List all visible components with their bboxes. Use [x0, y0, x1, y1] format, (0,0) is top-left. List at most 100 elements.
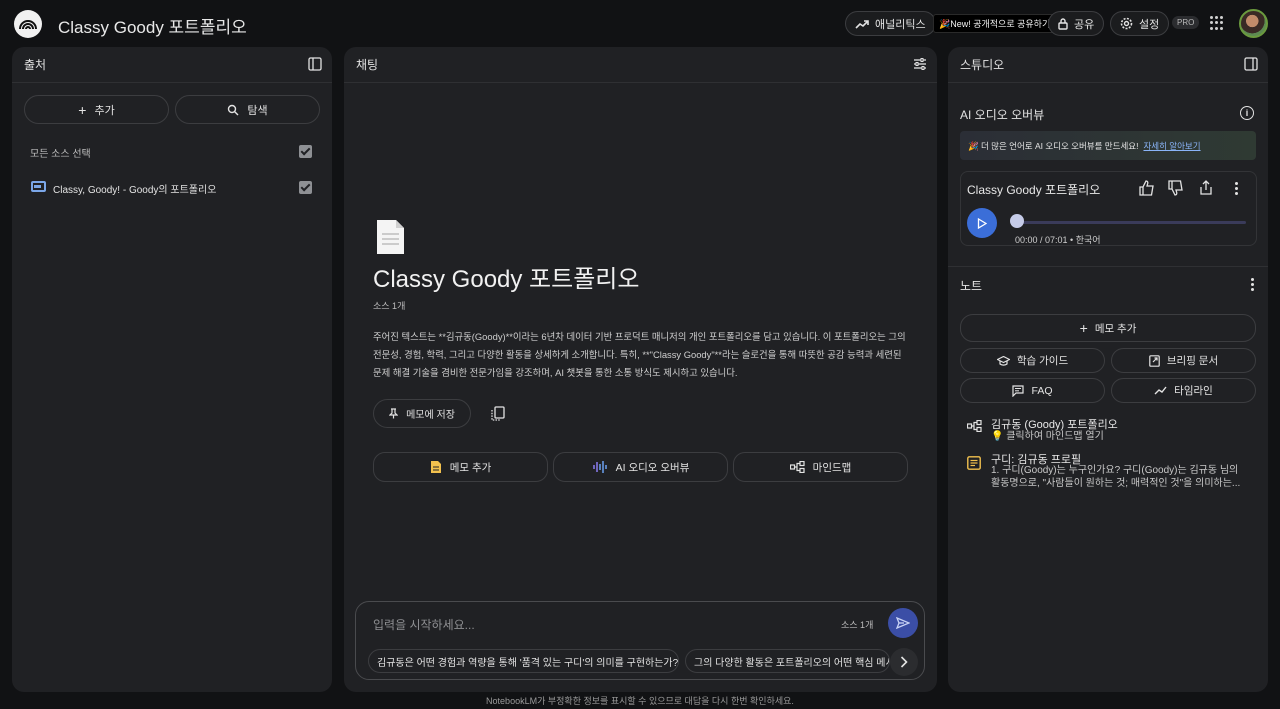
play-button[interactable] — [967, 208, 997, 238]
add-memo-action-label: 메모 추가 — [449, 461, 492, 474]
select-all-checkbox[interactable] — [299, 145, 312, 158]
thumbs-down-icon[interactable] — [1168, 180, 1184, 196]
gear-icon — [1120, 17, 1133, 30]
add-source-button[interactable]: + 추가 — [24, 95, 169, 124]
briefing-doc-label: 브리핑 문서 — [1166, 355, 1219, 367]
add-memo-label: 메모 추가 — [1094, 322, 1137, 335]
document-icon — [377, 220, 404, 254]
audio-wave-icon — [592, 461, 607, 473]
chat-header: 채팅 — [344, 47, 937, 83]
add-source-label: 추가 — [94, 104, 115, 117]
trending-up-icon — [855, 19, 869, 29]
timeline-button[interactable]: 타임라인 — [1111, 378, 1256, 403]
divider — [948, 266, 1268, 267]
faq-chat-icon — [1012, 384, 1025, 397]
tune-icon[interactable] — [913, 57, 927, 71]
next-suggestions-button[interactable] — [890, 648, 918, 676]
audio-overview-action-label: AI 오디오 오버뷰 — [615, 461, 690, 474]
audio-more-icon[interactable] — [1235, 182, 1238, 195]
note-subtitle: 1. 구디(Goody)는 누구인가요? 구디(Goody)는 김규동 님의 활… — [991, 465, 1241, 489]
chat-panel: 채팅 Classy Goody 포트폴리오 소스 1개 주어진 텍스트는 **김… — [344, 47, 937, 692]
notebook-title[interactable]: Classy Goody 포트폴리오 — [58, 13, 247, 38]
audio-overview-action-button[interactable]: AI 오디오 오버뷰 — [553, 452, 728, 482]
audio-time: 00:00 / 07:01 • 한국어 — [1015, 235, 1101, 245]
top-bar: Classy Goody 포트폴리오 애널리틱스 🎉New! 공개적으로 공유하… — [0, 0, 1280, 47]
chevron-right-icon — [900, 656, 908, 668]
info-icon[interactable]: i — [1240, 106, 1254, 120]
briefing-doc-button[interactable]: 브리핑 문서 — [1111, 348, 1256, 373]
plus-icon: + — [78, 101, 87, 118]
analytics-label: 애널리틱스 — [875, 18, 926, 31]
chat-source-count: 소스 1개 — [841, 620, 874, 630]
pro-badge: PRO — [1172, 16, 1200, 29]
mindmap-action-label: 마인드맵 — [812, 461, 852, 474]
graduation-cap-icon — [996, 355, 1010, 366]
mindmap-icon — [967, 420, 982, 432]
note-subtitle: 💡 클릭하여 마인드맵 열기 — [991, 431, 1104, 442]
timeline-label: 타임라인 — [1174, 385, 1213, 397]
audio-language-banner: 🎉 더 많은 언어로 AI 오디오 오버뷰를 만드세요! 자세히 알아보기 — [960, 131, 1256, 160]
pin-icon — [389, 408, 399, 419]
save-to-memo-button[interactable]: 메모에 저장 — [373, 399, 471, 428]
chat-input[interactable]: 입력을 시작하세요... — [373, 616, 475, 633]
note-icon — [967, 456, 981, 470]
document-title: Classy Goody 포트폴리오 — [373, 266, 640, 293]
studio-header: 스튜디오 — [948, 47, 1268, 83]
source-item-label[interactable]: Classy, Goody! - Goody의 포트폴리오 — [53, 181, 216, 196]
study-guide-button[interactable]: 학습 가이드 — [960, 348, 1105, 373]
audio-player-card: Classy Goody 포트폴리오 00:00 / 07:01 • 한국어 — [960, 171, 1257, 246]
share-button[interactable]: 공유 — [1048, 11, 1105, 36]
settings-label: 설정 — [1139, 18, 1160, 31]
explore-search-icon — [228, 104, 239, 115]
studio-panel: 스튜디오 AI 오디오 오버뷰 i 🎉 더 많은 언어로 AI 오디오 오버뷰를… — [948, 47, 1268, 692]
suggestion-chip[interactable]: 그의 다양한 활동은 포트폴리오의 어떤 핵심 메시지를 — [685, 649, 890, 673]
notebook-summary: 주어진 텍스트는 **김규동(Goody)**이라는 6년차 데이터 기반 프로… — [373, 331, 906, 378]
save-to-memo-label: 메모에 저장 — [406, 410, 455, 421]
briefing-doc-icon — [1149, 354, 1160, 367]
add-memo-button[interactable]: + 메모 추가 — [960, 314, 1256, 342]
avatar[interactable] — [1239, 9, 1268, 38]
select-all-label: 모든 소스 선택 — [30, 149, 91, 160]
studio-title: 스튜디오 — [960, 58, 1005, 72]
settings-button[interactable]: 설정 — [1110, 11, 1170, 36]
disclaimer-footer: NotebookLM가 부정확한 정보를 표시할 수 있으므로 대답을 다시 한… — [486, 696, 794, 706]
thumbs-up-icon[interactable] — [1139, 180, 1155, 196]
analytics-button[interactable]: 애널리틱스 — [845, 11, 936, 36]
chat-title: 채팅 — [356, 58, 379, 72]
sources-panel: 출처 + 추가 탐색 모든 소스 선택 Classy, Goody! - Goo… — [12, 47, 332, 692]
notes-title: 노트 — [960, 279, 983, 293]
explore-sources-button[interactable]: 탐색 — [175, 95, 320, 124]
copy-icon[interactable] — [491, 406, 505, 421]
audio-title: Classy Goody 포트폴리오 — [967, 183, 1101, 197]
memo-icon — [430, 461, 441, 473]
chat-input-box: 입력을 시작하세요... 소스 1개 김규동은 어떤 경험과 역량을 통해 '품… — [355, 601, 925, 680]
sources-title: 출처 — [24, 58, 47, 72]
study-guide-label: 학습 가이드 — [1016, 355, 1069, 367]
send-button[interactable] — [888, 608, 918, 638]
send-icon — [896, 617, 910, 629]
collapse-panel-icon[interactable] — [308, 57, 322, 71]
audio-overview-title: AI 오디오 오버뷰 — [960, 108, 1045, 122]
timeline-icon — [1154, 386, 1167, 395]
collapse-panel-icon[interactable] — [1244, 57, 1258, 71]
mindmap-action-button[interactable]: 마인드맵 — [733, 452, 908, 482]
apps-grid-icon[interactable] — [1210, 16, 1224, 30]
public-share-badge[interactable]: 🎉New! 공개적으로 공유하기 — [933, 14, 1057, 33]
notebooklm-logo-icon[interactable] — [14, 10, 42, 38]
audio-progress-knob[interactable] — [1010, 214, 1024, 228]
share-icon[interactable] — [1198, 180, 1214, 196]
suggestion-chip[interactable]: 김규동은 어떤 경험과 역량을 통해 '품격 있는 구디'의 의미를 구현하는가… — [368, 649, 679, 673]
faq-label: FAQ — [1031, 384, 1053, 397]
lock-icon — [1058, 17, 1068, 30]
sources-header: 출처 — [12, 47, 332, 83]
source-item-checkbox[interactable] — [299, 181, 312, 194]
banner-text: 🎉 더 많은 언어로 AI 오디오 오버뷰를 만드세요! — [968, 140, 1139, 151]
add-memo-action-button[interactable]: 메모 추가 — [373, 452, 548, 482]
learn-more-link[interactable]: 자세히 알아보기 — [1143, 140, 1200, 152]
mindmap-icon — [789, 461, 805, 473]
faq-button[interactable]: FAQ — [960, 378, 1105, 403]
notes-more-icon[interactable] — [1251, 278, 1254, 291]
audio-progress-track[interactable] — [1014, 221, 1246, 224]
source-count: 소스 1개 — [373, 301, 406, 311]
play-icon — [977, 217, 987, 229]
